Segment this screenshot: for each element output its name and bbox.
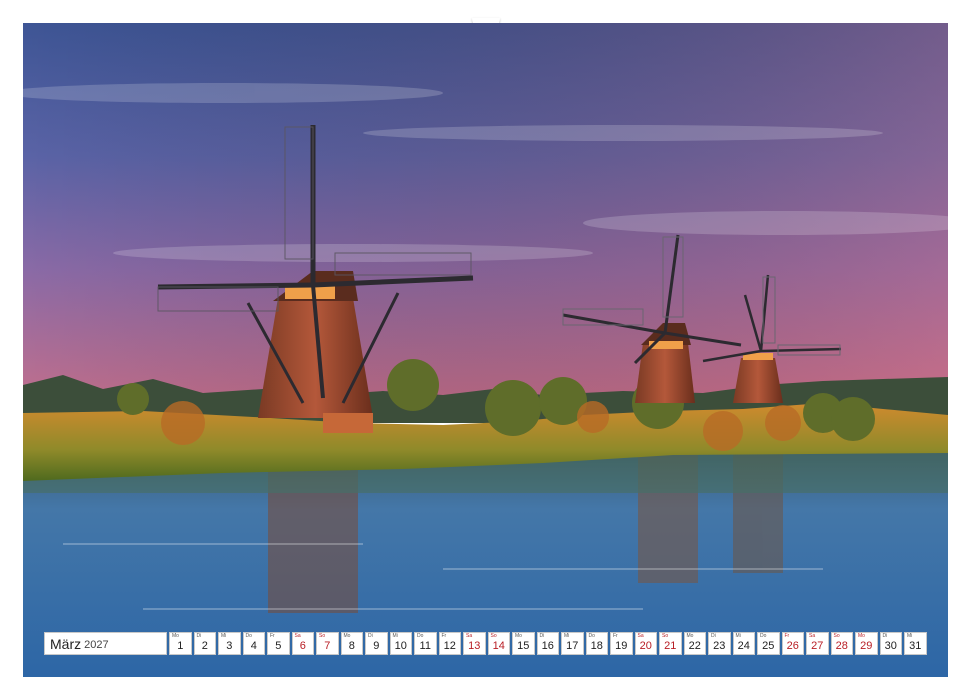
day-number: 22	[688, 640, 701, 652]
weekday-abbrev: Sa	[809, 633, 816, 639]
calendar-day: Do 18	[585, 632, 608, 655]
weekday-abbrev: Do	[588, 633, 595, 639]
weekday-abbrev: Mi	[735, 633, 741, 639]
weekday-abbrev: Sa	[466, 633, 473, 639]
calendar-day: Di 2	[193, 632, 216, 655]
weekday-abbrev: Mo	[686, 633, 694, 639]
calendar-day: Di 9	[365, 632, 388, 655]
day-number: 27	[811, 640, 824, 652]
day-number: 24	[737, 640, 750, 652]
calendar-day: Di 23	[708, 632, 731, 655]
day-number: 29	[860, 640, 873, 652]
day-number: 2	[201, 640, 208, 652]
calendar-day: Mi 31	[904, 632, 927, 655]
calendar-day: Fr 19	[610, 632, 633, 655]
day-number: 9	[373, 640, 380, 652]
calendar-day: Sa 20	[634, 632, 657, 655]
calendar-day: Mi 24	[732, 632, 755, 655]
day-number: 14	[492, 640, 505, 652]
calendar-day: Do 11	[414, 632, 437, 655]
weekday-abbrev: Mo	[858, 633, 865, 639]
windmill-photo	[23, 23, 948, 677]
day-number: 3	[226, 640, 233, 652]
calendar-day: Mi 3	[218, 632, 241, 655]
day-number: 5	[275, 640, 282, 652]
calendar-day: Di 16	[536, 632, 559, 655]
calendar-day: Do 25	[757, 632, 780, 655]
day-number: 25	[762, 640, 775, 652]
weekday-abbrev: Do	[417, 633, 424, 639]
weekday-abbrev: Sa	[294, 633, 301, 639]
day-number: 23	[713, 640, 726, 652]
weekday-abbrev: Mi	[564, 633, 570, 639]
calendar-day: Do 4	[242, 632, 265, 655]
calendar-day: Sa 6	[291, 632, 314, 655]
weekday-abbrev: Do	[760, 633, 767, 639]
day-number: 17	[566, 640, 579, 652]
month-label-box: März 2027	[44, 632, 167, 655]
weekday-abbrev: Mo	[172, 633, 179, 639]
calendar-day: Sa 13	[463, 632, 486, 655]
weekday-abbrev: Mo	[515, 633, 522, 639]
weekday-abbrev: Sa	[637, 633, 644, 639]
day-number: 20	[639, 640, 652, 652]
weekday-abbrev: Di	[539, 633, 545, 639]
day-number: 6	[299, 640, 306, 652]
weekday-abbrev: Mi	[221, 633, 227, 639]
day-number: 11	[419, 640, 431, 652]
day-number: 15	[517, 640, 530, 652]
calendar-day: Mo 8	[340, 632, 363, 655]
day-number: 16	[541, 640, 554, 652]
day-number: 4	[250, 640, 257, 652]
weekday-abbrev: So	[662, 633, 669, 639]
month-name: März	[50, 635, 82, 652]
day-number: 1	[177, 640, 184, 652]
weekday-abbrev: Di	[196, 633, 202, 639]
calendar-day: So 21	[659, 632, 682, 655]
weekday-abbrev: Di	[711, 633, 716, 639]
day-number: 31	[909, 640, 922, 652]
calendar-day: Mo 15	[512, 632, 535, 655]
calendar-day: Mo 1	[169, 632, 192, 655]
day-number: 8	[348, 640, 355, 652]
year-label: 2027	[84, 638, 109, 651]
weekday-abbrev: So	[490, 633, 497, 639]
calendar-day: Di 30	[879, 632, 902, 655]
weekday-abbrev: Fr	[270, 633, 275, 639]
day-number: 10	[394, 640, 407, 652]
weekday-abbrev: Do	[245, 633, 252, 639]
calendar-day: Mi 10	[389, 632, 412, 655]
calendar-day: Mo 22	[683, 632, 706, 655]
weekday-abbrev: Fr	[613, 633, 618, 639]
weekday-abbrev: Mi	[392, 633, 398, 639]
calendar-day: So 7	[316, 632, 339, 655]
weekday-abbrev: Di	[368, 633, 373, 639]
calendar-day: So 14	[487, 632, 510, 655]
calendar-day: Fr 26	[781, 632, 804, 655]
day-number: 13	[468, 640, 481, 652]
weekday-abbrev: Mo	[343, 633, 351, 639]
calendar-day: Fr 5	[267, 632, 290, 655]
calendar-day: Mi 17	[561, 632, 584, 655]
day-number: 19	[615, 640, 628, 652]
day-number: 12	[443, 640, 456, 652]
calendar-day: So 28	[830, 632, 853, 655]
day-number: 28	[835, 640, 848, 652]
day-number: 7	[324, 640, 331, 652]
weekday-abbrev: So	[319, 633, 326, 639]
day-number: 26	[786, 640, 799, 652]
day-number: 18	[590, 640, 603, 652]
calendar-day: Sa 27	[806, 632, 829, 655]
day-number: 30	[884, 640, 897, 652]
day-number: 21	[664, 640, 677, 652]
weekday-abbrev: Mi	[907, 633, 913, 639]
weekday-abbrev: Di	[882, 633, 888, 639]
weekday-abbrev: So	[833, 633, 840, 639]
weekday-abbrev: Fr	[784, 633, 790, 639]
calendar-day: Fr 12	[438, 632, 461, 655]
calendar-strip: März 2027 Mo 1 Di 2 Mi 3 Do 4 Fr 5 Sa 6 So 7 Mo 8 Di 9 Mi 1…	[44, 632, 927, 655]
weekday-abbrev: Fr	[441, 633, 447, 639]
calendar-day: Mo 29	[855, 632, 878, 655]
